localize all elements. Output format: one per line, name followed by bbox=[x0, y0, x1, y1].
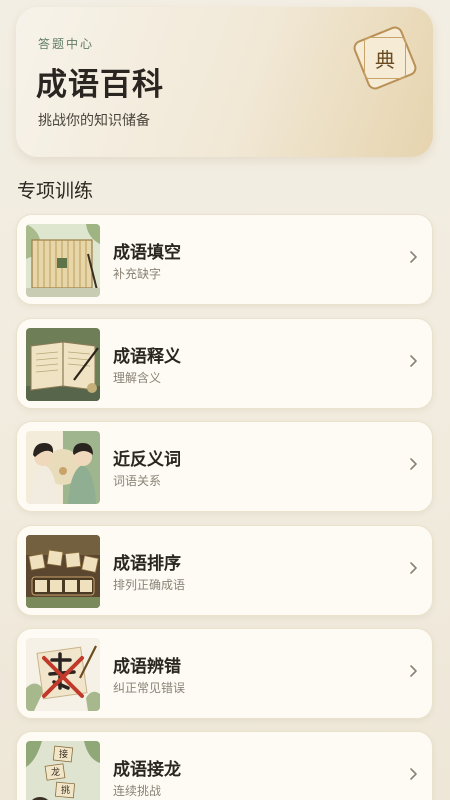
item-subtitle: 理解含义 bbox=[113, 371, 162, 385]
item-title: 成语辨错 bbox=[113, 657, 181, 677]
open-book-brush-icon bbox=[26, 328, 100, 401]
chevron-right-icon bbox=[410, 665, 417, 677]
page: 答题中心 成语百科 挑战你的知识储备 典 专项训练 成语填空 补充缺字 成语释义… bbox=[0, 0, 450, 800]
list-item-ordering[interactable]: 成语排序 排列正确成语 bbox=[16, 525, 433, 616]
item-title: 成语排序 bbox=[113, 554, 181, 574]
item-subtitle: 纠正常见错误 bbox=[113, 681, 186, 695]
bamboo-scroll-blank-icon bbox=[26, 224, 100, 297]
item-subtitle: 词语关系 bbox=[113, 474, 162, 488]
chevron-right-icon bbox=[410, 768, 417, 780]
chevron-right-icon bbox=[410, 562, 417, 574]
svg-text:挑: 挑 bbox=[61, 784, 70, 796]
seal-char: 典 bbox=[364, 37, 406, 79]
character-tiles-icon bbox=[26, 535, 100, 608]
hero-title: 成语百科 bbox=[36, 67, 164, 103]
chevron-right-icon bbox=[410, 355, 417, 367]
list-item-synonyms[interactable]: 近反义词 词语关系 bbox=[16, 421, 433, 512]
hero-banner: 答题中心 成语百科 挑战你的知识储备 典 bbox=[16, 7, 433, 157]
crossed-character-icon bbox=[26, 638, 100, 711]
list-item-meaning[interactable]: 成语释义 理解含义 bbox=[16, 318, 433, 409]
hero-kicker: 答题中心 bbox=[38, 37, 95, 51]
list-item-idiom-chain[interactable]: 接龙挑 成语接龙 连续挑战 bbox=[16, 731, 433, 800]
chevron-right-icon bbox=[410, 458, 417, 470]
section-title: 专项训练 bbox=[17, 180, 94, 202]
chevron-right-icon bbox=[410, 251, 417, 263]
dictionary-seal-icon: 典 bbox=[351, 24, 419, 92]
svg-text:接: 接 bbox=[59, 748, 68, 760]
item-subtitle: 连续挑战 bbox=[113, 784, 162, 798]
item-title: 成语填空 bbox=[113, 243, 181, 263]
item-subtitle: 排列正确成语 bbox=[113, 578, 186, 592]
item-title: 近反义词 bbox=[113, 450, 181, 470]
item-title: 成语接龙 bbox=[113, 760, 181, 780]
chained-scrolls-icon: 接龙挑 bbox=[26, 741, 100, 800]
svg-text:龙: 龙 bbox=[51, 766, 60, 778]
list-item-error-check[interactable]: 成语辨错 纠正常见错误 bbox=[16, 628, 433, 719]
item-subtitle: 补充缺字 bbox=[113, 267, 162, 281]
list-item-fill-blank[interactable]: 成语填空 补充缺字 bbox=[16, 214, 433, 305]
hero-subtitle: 挑战你的知识储备 bbox=[38, 113, 150, 129]
item-title: 成语释义 bbox=[113, 347, 181, 367]
two-scholars-icon bbox=[26, 431, 100, 504]
